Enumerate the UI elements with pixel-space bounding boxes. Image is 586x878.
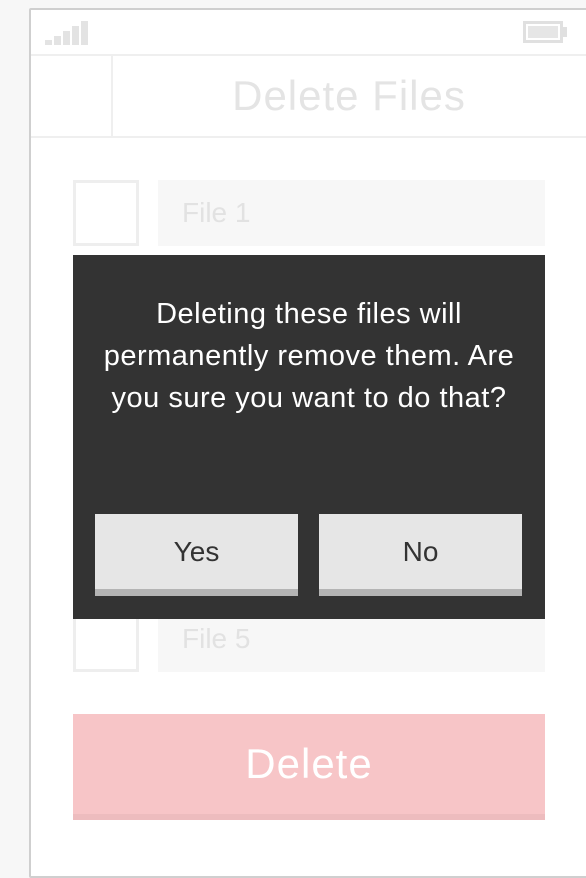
yes-button[interactable]: Yes [95, 514, 298, 596]
battery-tip [563, 27, 567, 37]
file-checkbox[interactable] [73, 180, 139, 246]
phone-frame: Delete Files File 1 File 5 Delete Deleti… [29, 8, 586, 878]
status-bar [31, 10, 586, 56]
signal-icon [45, 21, 97, 45]
page-title: Delete Files [232, 72, 466, 119]
dialog-message: Deleting these files will permanently re… [103, 298, 515, 414]
no-button[interactable]: No [319, 514, 522, 596]
confirm-dialog: Deleting these files will permanently re… [73, 255, 545, 619]
back-button[interactable] [31, 56, 113, 136]
file-row: File 1 [73, 180, 545, 246]
app-header: Delete Files [31, 56, 586, 138]
battery-icon [523, 21, 563, 43]
delete-button[interactable]: Delete [73, 714, 545, 820]
file-label: File 1 [158, 180, 545, 246]
